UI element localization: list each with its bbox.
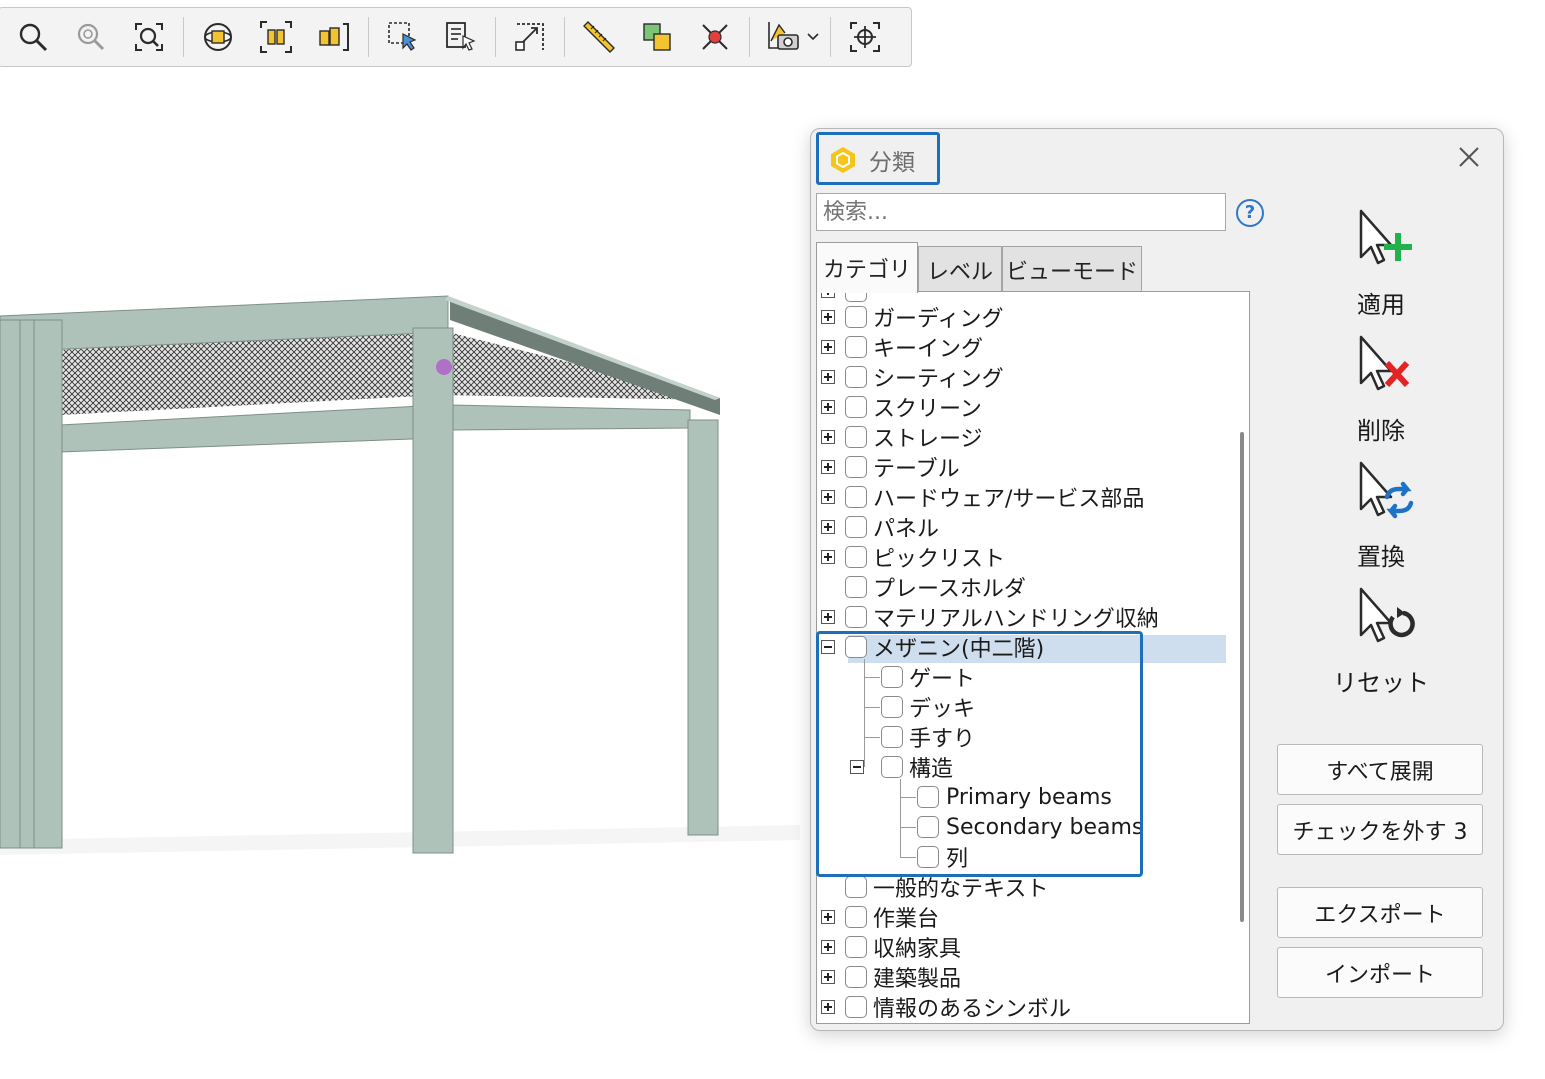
- expand-icon[interactable]: [821, 340, 835, 354]
- tree-item-label[interactable]: ガーディング: [873, 302, 1003, 332]
- tree-item-label[interactable]: シーティング: [873, 362, 1004, 392]
- dialog-title: 分類: [869, 150, 915, 176]
- expand-icon[interactable]: [821, 520, 835, 534]
- tab-level[interactable]: レベル: [918, 246, 1002, 292]
- toolbar-divider: [183, 17, 184, 57]
- apply-icon: [1359, 209, 1412, 265]
- expand-icon[interactable]: [821, 910, 835, 924]
- tree-item-label[interactable]: キーイング: [873, 332, 983, 362]
- tree-item-label[interactable]: テーブル: [873, 452, 960, 482]
- tree-item-label[interactable]: ハードウェア/サービス部品: [873, 482, 1144, 512]
- tree-item-label[interactable]: 建築製品: [873, 962, 961, 992]
- classification-icon: [831, 147, 855, 173]
- import-button[interactable]: インポート: [1277, 947, 1483, 998]
- tree-item-label[interactable]: ストレージ: [873, 422, 983, 452]
- tree-checkbox[interactable]: [845, 456, 867, 478]
- search-input[interactable]: [816, 193, 1226, 231]
- tab-category[interactable]: カテゴリ: [816, 242, 918, 293]
- tree-checkbox[interactable]: [845, 306, 867, 328]
- tree-item-label[interactable]: 情報のあるシンボル: [873, 992, 1071, 1022]
- clear-selection-icon[interactable]: [693, 15, 737, 59]
- toolbar-divider: [830, 17, 831, 57]
- expand-icon[interactable]: [821, 940, 835, 954]
- tree-item-label[interactable]: マテリアルハンドリング収納: [873, 602, 1159, 632]
- uncheck-button[interactable]: チェックを外す 3: [1277, 804, 1483, 855]
- replace-icon: [1359, 461, 1414, 519]
- camera-view-icon[interactable]: [762, 15, 806, 59]
- tree-checkbox[interactable]: [845, 516, 867, 538]
- expand-icon[interactable]: [821, 610, 835, 624]
- reset-button[interactable]: リセット: [1331, 585, 1431, 698]
- 3d-viewport[interactable]: [0, 280, 800, 880]
- select-box-icon[interactable]: [381, 15, 425, 59]
- section-box-icon[interactable]: [635, 15, 679, 59]
- expand-icon[interactable]: [821, 310, 835, 324]
- tree-item-label[interactable]: プレースホルダ: [873, 572, 1026, 602]
- remove-label: 削除: [1357, 417, 1405, 445]
- expand-icon[interactable]: [821, 490, 835, 504]
- expand-icon[interactable]: [821, 430, 835, 444]
- expand-icon[interactable]: [821, 970, 835, 984]
- toolbar-divider: [368, 17, 369, 57]
- replace-button[interactable]: 置換: [1331, 459, 1431, 572]
- apply-button[interactable]: 適用: [1331, 207, 1431, 320]
- navigate-icon[interactable]: [843, 15, 887, 59]
- tree-checkbox[interactable]: [845, 426, 867, 448]
- expand-icon[interactable]: [821, 550, 835, 564]
- tree-checkbox[interactable]: [845, 906, 867, 928]
- remove-icon: [1359, 335, 1410, 391]
- reset-icon: [1359, 587, 1415, 643]
- zoom-window-icon[interactable]: [69, 15, 113, 59]
- tree-scrollbar[interactable]: [1240, 432, 1244, 922]
- tree-checkbox[interactable]: [845, 486, 867, 508]
- orbit-icon[interactable]: [196, 15, 240, 59]
- tree-checkbox[interactable]: [845, 396, 867, 418]
- classification-dialog: 分類 ? カテゴリ レベル ビューモード ガーディング キーイング シーティング: [810, 128, 1504, 1031]
- tree-item-label[interactable]: 作業台: [873, 902, 939, 932]
- expand-all-button[interactable]: すべて展開: [1277, 744, 1483, 795]
- expand-icon[interactable]: [821, 370, 835, 384]
- tree-checkbox[interactable]: [845, 336, 867, 358]
- mezzanine-highlight: [816, 631, 1143, 877]
- tree-checkbox[interactable]: [845, 366, 867, 388]
- tree-item-label[interactable]: ピックリスト: [873, 542, 1005, 572]
- tree-checkbox[interactable]: [845, 936, 867, 958]
- reset-label: リセット: [1333, 669, 1429, 697]
- export-button[interactable]: エクスポート: [1277, 887, 1483, 938]
- help-icon[interactable]: ?: [1236, 199, 1264, 227]
- tree-checkbox[interactable]: [845, 546, 867, 568]
- tree-checkbox[interactable]: [845, 876, 867, 898]
- chevron-down-icon[interactable]: [804, 15, 822, 59]
- ruler-icon[interactable]: [577, 15, 621, 59]
- close-icon[interactable]: [1455, 143, 1483, 171]
- remove-button[interactable]: 削除: [1331, 333, 1431, 446]
- tree-item-label[interactable]: パネル: [873, 512, 939, 542]
- viewer-toolbar: [0, 7, 912, 67]
- toolbar-divider: [495, 17, 496, 57]
- zoom-fit-icon[interactable]: [127, 15, 171, 59]
- frame-selection-icon[interactable]: [312, 15, 356, 59]
- tab-view-mode[interactable]: ビューモード: [1002, 246, 1142, 292]
- expand-icon[interactable]: [821, 460, 835, 474]
- tree-checkbox[interactable]: [845, 996, 867, 1018]
- select-list-icon[interactable]: [439, 15, 483, 59]
- tree-item-label[interactable]: 収納家具: [873, 932, 961, 962]
- tree-checkbox[interactable]: [845, 576, 867, 598]
- apply-label: 適用: [1357, 291, 1405, 319]
- expand-icon[interactable]: [821, 400, 835, 414]
- replace-label: 置換: [1357, 543, 1405, 571]
- tree-checkbox[interactable]: [845, 606, 867, 628]
- toolbar-divider: [749, 17, 750, 57]
- tree-checkbox[interactable]: [845, 966, 867, 988]
- expand-icon[interactable]: [821, 1000, 835, 1014]
- zoom-icon[interactable]: [11, 15, 55, 59]
- tree-item-label[interactable]: スクリーン: [873, 392, 982, 422]
- pivot-point: [436, 359, 452, 375]
- measure-area-icon[interactable]: [508, 15, 552, 59]
- frame-all-icon[interactable]: [254, 15, 298, 59]
- toolbar-divider: [564, 17, 565, 57]
